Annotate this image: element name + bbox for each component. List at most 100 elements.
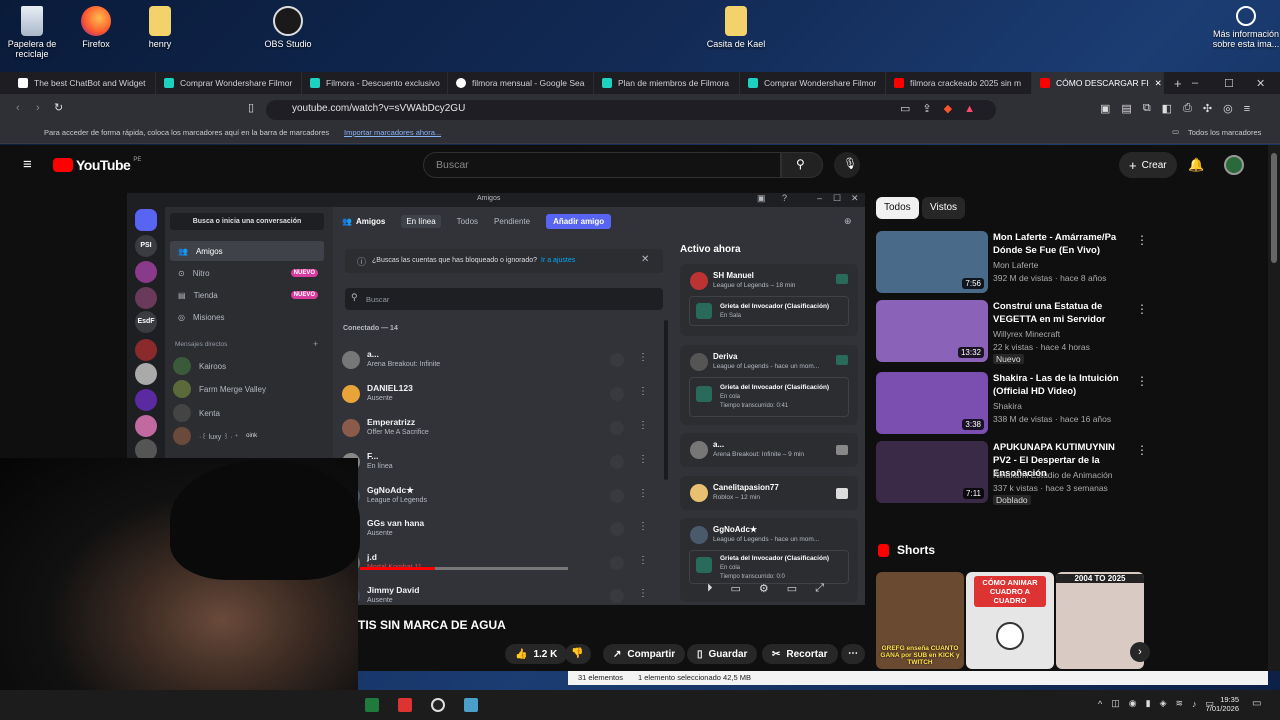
mic-button[interactable]: 🎙 (834, 152, 860, 178)
import-bookmarks-link[interactable]: Importar marcadores ahora... (344, 128, 441, 137)
more-options-icon[interactable]: ⋮ (1136, 233, 1148, 247)
message-icon[interactable] (610, 589, 624, 603)
extension-icon[interactable]: ▤ (1121, 102, 1131, 115)
desktop-icon-recycle-bin[interactable]: Papelera de reciclaje (0, 6, 68, 59)
browser-tab[interactable]: Filmora - Descuento exclusivo (302, 72, 448, 94)
channel-name[interactable]: Ñinakami Estudio de Animación (993, 470, 1113, 480)
message-icon[interactable] (610, 421, 624, 435)
notification-center-icon[interactable]: ▭ (1252, 698, 1261, 709)
server-icon[interactable]: PSI (135, 235, 157, 257)
video-item[interactable]: 3:38 Shakira - Las de la Intuición (Offi… (876, 372, 1148, 436)
sidebar-icon[interactable]: ◧ (1162, 102, 1172, 115)
create-button[interactable]: + Crear (1119, 152, 1177, 178)
back-icon[interactable]: ‹ (16, 102, 20, 114)
browser-tab[interactable]: filmora mensual - Google Sea (448, 72, 594, 94)
video-title[interactable]: Construí una Estatua de VEGETTA en mi Se… (993, 300, 1128, 326)
dm-item[interactable]: Farm Merge Valley (173, 380, 266, 398)
channel-name[interactable]: Mon Laferte (993, 260, 1038, 270)
friends-scrollbar[interactable] (664, 320, 668, 480)
tray-icon[interactable]: ◫ (1111, 698, 1120, 709)
excel-icon[interactable] (365, 698, 379, 712)
forward-icon[interactable]: › (36, 102, 40, 114)
screenshot-icon[interactable]: ▭ (900, 102, 910, 115)
message-icon[interactable] (610, 556, 624, 570)
channel-name[interactable]: Willyrex Minecraft (993, 329, 1060, 339)
menu-quests[interactable]: ◎ Misiones (170, 307, 324, 327)
share-button[interactable]: ↗ Compartir (603, 644, 686, 664)
reload-icon[interactable]: ↻ (54, 101, 63, 114)
server-icon[interactable] (135, 363, 157, 385)
dm-item[interactable]: Kenta (173, 404, 220, 422)
chip-all[interactable]: Todos (876, 197, 919, 219)
friend-search[interactable]: ⚲ Buscar (345, 288, 663, 310)
minimize-icon[interactable]: – (817, 193, 822, 203)
discord-home-icon[interactable] (135, 209, 157, 231)
message-icon[interactable] (610, 522, 624, 536)
more-actions-button[interactable]: ⋯ (841, 644, 865, 664)
dm-item[interactable]: ·꒰ luxy ꒱ ∙ ⁺ oink (173, 427, 257, 445)
new-group-dm-icon[interactable]: ⊕ (844, 216, 852, 227)
browser-tab[interactable]: filmora crackeado 2025 sin m (886, 72, 1032, 94)
chip-watched[interactable]: Vistos (922, 197, 966, 219)
search-button[interactable]: ⚲ (781, 152, 823, 178)
desktop-icon-obs[interactable]: OBS Studio (252, 6, 324, 49)
address-bar[interactable]: youtube.com/watch?v=sVWAbDcy2GU (266, 100, 996, 120)
friend-row[interactable]: j.dMortal Kombat 11⋮ (340, 549, 660, 579)
minimize-icon[interactable]: – (1192, 77, 1198, 89)
tray-icon[interactable]: ▮ (1146, 698, 1151, 709)
dislike-button[interactable]: 👎 (565, 644, 591, 664)
filmora-icon[interactable] (398, 698, 412, 712)
menu-icon[interactable]: ≡ (1244, 103, 1250, 115)
friend-row[interactable]: a... Arena Breakout: Infinite ⋮ (340, 346, 660, 376)
more-icon[interactable]: ⋮ (638, 588, 648, 599)
friend-row[interactable]: F... En línea ⋮ (340, 448, 660, 478)
extension-icon[interactable]: ▣ (1100, 102, 1110, 115)
video-thumbnail[interactable]: 3:38 (876, 372, 988, 434)
browser-tab[interactable]: Comprar Wondershare Filmor (156, 72, 302, 94)
maximize-icon[interactable]: ☐ (1224, 77, 1234, 90)
fullscreen-icon[interactable]: ⤢ (815, 582, 824, 595)
inbox-icon[interactable]: ▣ (757, 193, 766, 204)
browser-tab-active[interactable]: CÓMO DESCARGAR FI ✕ (1032, 72, 1164, 94)
search-input[interactable]: Buscar (423, 152, 781, 178)
video-title[interactable]: Shakira - Las de la Intuición (Official … (993, 372, 1128, 398)
active-card[interactable]: a... Arena Breakout: Infinite – 9 min (680, 433, 858, 467)
like-button[interactable]: 👍 1.2 K (505, 644, 568, 664)
maximize-icon[interactable]: ☐ (833, 193, 841, 204)
server-icon[interactable]: EsdF (135, 311, 157, 333)
video-item[interactable]: 7:56 Mon Laferte - Amárrame/Pa Dónde Se … (876, 231, 1148, 295)
message-icon[interactable] (610, 387, 624, 401)
browser-tab[interactable]: The best ChatBot and Widget (10, 72, 156, 94)
more-icon[interactable]: ⋮ (638, 555, 648, 566)
video-thumbnail[interactable]: 7:11 (876, 441, 988, 503)
desktop-icon-casita[interactable]: Casita de Kael (700, 6, 772, 49)
dm-item[interactable]: Kairoos (173, 357, 226, 375)
all-bookmarks[interactable]: Todos los marcadores (1188, 128, 1261, 137)
autoplay-icon[interactable]: ⏵ (707, 582, 713, 595)
active-card[interactable]: SH Manuel League of Legends – 18 min Gri… (680, 264, 858, 336)
more-options-icon[interactable]: ⋮ (1136, 374, 1148, 388)
channel-name[interactable]: Shakira (993, 401, 1022, 411)
conversation-search[interactable]: Busca o inicia una conversación (170, 213, 324, 230)
add-friend-button[interactable]: Añadir amigo (546, 214, 612, 229)
more-icon[interactable]: ⋮ (638, 521, 648, 532)
message-icon[interactable] (610, 353, 624, 367)
tab-pending[interactable]: Pendiente (494, 217, 530, 226)
friend-row[interactable]: Emperatrizz Offer Me A Sacrifice ⋮ (340, 414, 660, 444)
server-icon[interactable] (135, 287, 157, 309)
desktop-icon-firefox[interactable]: Firefox (60, 6, 132, 49)
vpn-icon[interactable]: ◎ (1223, 102, 1233, 115)
tray-icon[interactable]: ◉ (1129, 698, 1137, 709)
more-icon[interactable]: ⋮ (638, 488, 648, 499)
more-icon[interactable]: ⋮ (638, 386, 648, 397)
more-options-icon[interactable]: ⋮ (1136, 302, 1148, 316)
friend-row[interactable]: GgNoAdc★ League of Legends ⋮ (340, 482, 660, 512)
clock[interactable]: 19:35 7/01/2026 (1203, 695, 1239, 713)
brave-shield-icon[interactable]: ◆ (944, 102, 952, 115)
video-thumbnail[interactable]: 13:32 (876, 300, 988, 362)
browser-tab[interactable]: Plan de miembros de Filmora (594, 72, 740, 94)
desktop-icon-henry[interactable]: henry (124, 6, 196, 49)
notifications-icon[interactable]: 🔔 (1188, 157, 1204, 173)
server-icon[interactable] (135, 261, 157, 283)
extension-icon[interactable]: ⎙ (1183, 102, 1192, 115)
